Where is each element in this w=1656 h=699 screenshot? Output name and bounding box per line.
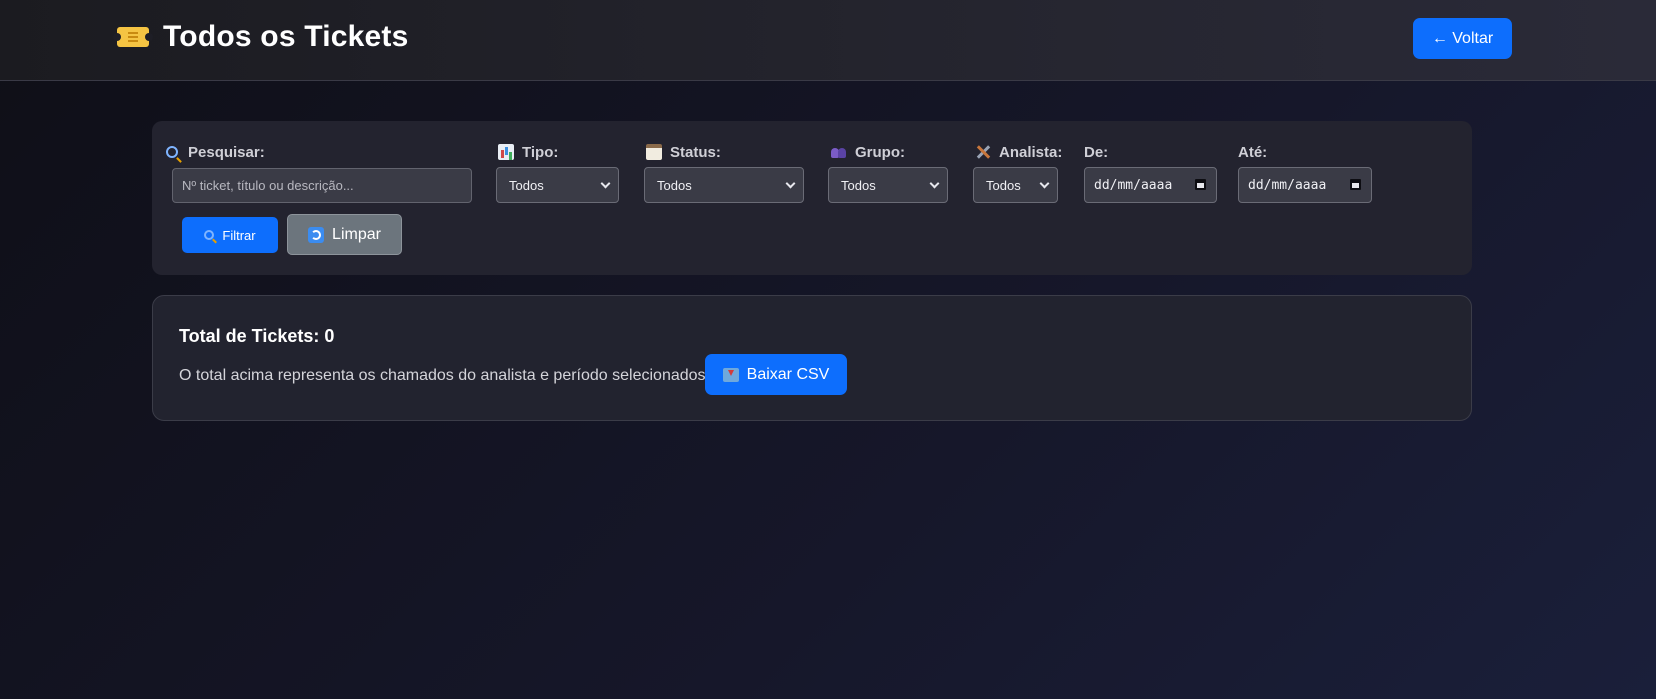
filter-panel: Pesquisar: Tipo: Todos Status: Todos Gru…: [152, 121, 1472, 275]
analista-field: Analista:: [975, 143, 1062, 161]
download-icon: [722, 367, 739, 382]
de-date-input[interactable]: dd/mm/aaaa: [1084, 167, 1217, 203]
tipo-field: Tipo:: [498, 143, 558, 161]
ticket-icon: [113, 27, 153, 47]
search-label: Pesquisar:: [166, 143, 265, 161]
group-icon: [831, 144, 847, 160]
chevron-down-icon: [785, 178, 796, 189]
summary-panel: Total de Tickets: 0 O total acima repres…: [152, 295, 1472, 421]
page-title: Todos os Tickets: [163, 20, 409, 53]
status-field: Status:: [646, 143, 721, 161]
status-selected-value: Todos: [657, 177, 692, 193]
analista-selected-value: Todos: [986, 177, 1021, 193]
filter-button-label: Filtrar: [222, 227, 256, 243]
tipo-label-text: Tipo:: [522, 143, 559, 161]
tipo-selected-value: Todos: [509, 177, 544, 193]
search-field: Pesquisar:: [166, 143, 265, 161]
grupo-select[interactable]: Todos: [828, 167, 948, 203]
ate-label: Até:: [1238, 143, 1268, 161]
search-icon: [204, 230, 215, 240]
status-label: Status:: [646, 143, 721, 161]
analista-label: Analista:: [975, 143, 1062, 161]
ate-date-value: dd/mm/aaaa: [1248, 177, 1327, 193]
de-date-value: dd/mm/aaaa: [1094, 177, 1173, 193]
de-label: De:: [1084, 143, 1109, 161]
tipo-select[interactable]: Todos: [496, 167, 619, 203]
status-label-text: Status:: [670, 143, 721, 161]
tools-icon: [975, 144, 991, 160]
grupo-label: Grupo:: [831, 143, 905, 161]
analista-select[interactable]: Todos: [973, 167, 1058, 203]
chevron-down-icon: [600, 178, 611, 189]
clear-button-label: Limpar: [332, 225, 381, 243]
grupo-selected-value: Todos: [841, 177, 876, 193]
top-bar: Todos os Tickets ← Voltar: [0, 0, 1656, 81]
grupo-field: Grupo:: [831, 143, 905, 161]
bar-chart-icon: [498, 144, 514, 160]
ate-date-input[interactable]: dd/mm/aaaa: [1238, 167, 1372, 203]
status-select[interactable]: Todos: [644, 167, 804, 203]
analista-label-text: Analista:: [999, 143, 1063, 161]
chevron-down-icon: [929, 178, 940, 189]
calendar-icon[interactable]: [1350, 179, 1361, 190]
search-icon: [166, 146, 178, 158]
summary-description: O total acima representa os chamados do …: [179, 367, 710, 384]
calendar-icon[interactable]: [1195, 179, 1206, 190]
search-input[interactable]: [172, 168, 472, 203]
back-button[interactable]: ← Voltar: [1413, 18, 1512, 59]
search-label-text: Pesquisar:: [188, 143, 265, 161]
de-field: De:: [1084, 143, 1108, 161]
grupo-label-text: Grupo:: [855, 143, 905, 161]
filter-button[interactable]: Filtrar: [182, 217, 278, 253]
ate-field: Até:: [1238, 143, 1267, 161]
refresh-icon: [308, 226, 325, 243]
clear-button[interactable]: Limpar: [287, 214, 402, 255]
tipo-label: Tipo:: [498, 143, 558, 161]
download-csv-button[interactable]: Baixar CSV: [705, 354, 847, 395]
title-wrap: Todos os Tickets: [113, 20, 409, 54]
clipboard-icon: [646, 144, 662, 160]
download-csv-label: Baixar CSV: [746, 365, 830, 383]
chevron-down-icon: [1039, 178, 1050, 189]
total-tickets: Total de Tickets: 0: [179, 326, 335, 346]
